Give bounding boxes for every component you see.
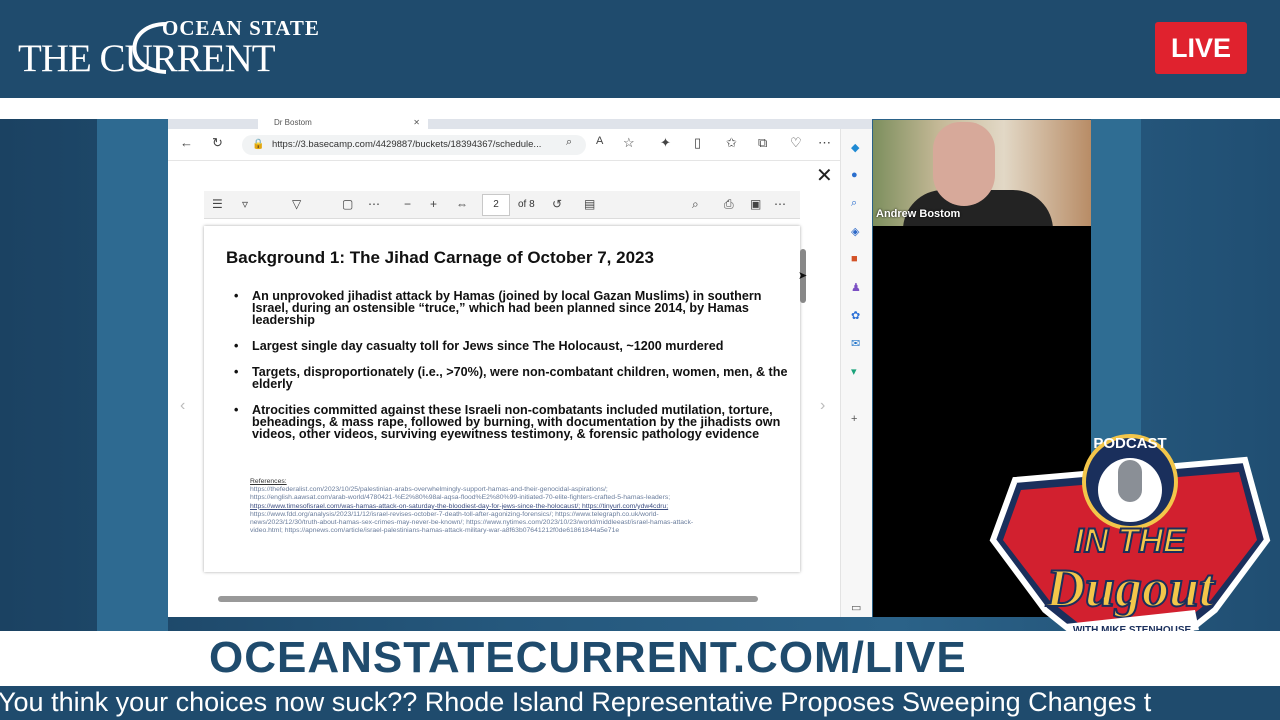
references-heading: References: (250, 478, 287, 485)
references-block: References: https://thefederalist.com/20… (250, 478, 770, 535)
slide-title: Background 1: The Jihad Carnage of Octob… (226, 248, 654, 267)
print-icon[interactable]: ⎙ (724, 197, 734, 212)
shopping-tag-icon[interactable]: ◈ (851, 225, 859, 238)
address-bar[interactable]: 🔒 https://3.basecamp.com/4429887/buckets… (242, 135, 586, 155)
save-icon[interactable]: ▣ (750, 197, 761, 211)
search-icon[interactable]: ⌕ (692, 197, 699, 212)
badge-in-the-label: IN THE (1074, 522, 1187, 560)
split-screen-icon[interactable]: ▯ (694, 135, 701, 151)
reference-link[interactable]: https://thefederalist.com/2023/10/25/pal… (250, 486, 770, 494)
slide-bullet: Largest single day casualty toll for Jew… (234, 340, 789, 353)
news-ticker: You think your choices now suck?? Rhode … (0, 686, 1280, 720)
sidebar-toggle-icon[interactable]: ▭ (851, 601, 861, 614)
drop-icon[interactable]: ▾ (851, 365, 857, 378)
slide-bullet: Atrocities committed against these Israe… (234, 404, 789, 441)
mouse-cursor-icon: ➤ (798, 270, 808, 282)
badge-podcast-label: PODCAST (1093, 435, 1166, 452)
zoom-in-icon[interactable]: + (430, 197, 437, 211)
more-menu-icon[interactable]: ⋯ (818, 135, 831, 151)
url-banner: OCEANSTATECURRENT.COM/LIVE (0, 631, 1280, 686)
notifications-bell-icon[interactable]: ● (851, 169, 858, 181)
pdf-toolbar: ☰ ▿ ▽ ▢ ⋯ − + ⇔ 2 of 8 ↺ ▤ ⌕ ⎙ ▣ ⋯ (204, 191, 800, 219)
tab-close-icon[interactable]: ✕ (413, 119, 420, 127)
draw-icon[interactable]: ▽ (292, 197, 301, 211)
reference-link[interactable]: https://english.aawsat.com/arab-world/47… (250, 494, 770, 502)
page-view-icon[interactable]: ▤ (584, 197, 595, 211)
participant-name: Andrew Bostom (876, 208, 961, 220)
reference-link[interactable]: news/2023/12/30/truth-about-hamas-sex-cr… (250, 519, 770, 527)
sidebar-search-icon[interactable]: ⌕ (851, 197, 857, 210)
speaker-head (933, 122, 995, 206)
logo-the-current: THE CURRENT (18, 37, 276, 80)
browser-essentials-icon[interactable]: ♡ (790, 135, 802, 151)
favorite-star-icon[interactable]: ☆ (623, 135, 635, 151)
reference-link[interactable]: https://www.timesofisrael.com/was-hamas-… (250, 503, 770, 511)
page-count: of 8 (518, 199, 535, 210)
text-icon[interactable]: ▢ (342, 197, 353, 211)
browser-sidebar: ◆ ● ⌕ ◈ ■ ♟ ✿ ✉ ▾ + ▭ (840, 129, 872, 617)
highlight-icon[interactable]: ▿ (242, 197, 248, 211)
pdf-page: Background 1: The Jihad Carnage of Octob… (204, 226, 800, 572)
ocean-state-current-logo[interactable]: OCEAN STATE THE CURRENT (18, 14, 348, 80)
tab-title: Dr Bostom (274, 119, 312, 127)
lock-icon: 🔒 (252, 139, 265, 150)
slide-bullet-list: An unprovoked jihadist attack by Hamas (… (234, 290, 789, 454)
header-bar: OCEAN STATE THE CURRENT LIVE (0, 0, 1280, 98)
participant-video: Andrew Bostom (873, 120, 1091, 226)
games-icon[interactable]: ♟ (851, 281, 861, 294)
copilot-icon[interactable]: ◆ (851, 141, 859, 154)
live-url-text[interactable]: OCEANSTATECURRENT.COM/LIVE (209, 633, 967, 683)
favorites-icon[interactable]: ✩ (726, 135, 737, 151)
more-tools-icon[interactable]: ⋯ (368, 197, 380, 211)
browser-toolbar: ← ↻ 🔒 https://3.basecamp.com/4429887/buc… (168, 129, 872, 161)
page-number-input[interactable]: 2 (482, 194, 510, 216)
slide-bullet: An unprovoked jihadist attack by Hamas (… (234, 290, 789, 327)
shared-browser-window: Dr Bostom ✕ ← ↻ 🔒 https://3.basecamp.com… (168, 119, 872, 617)
add-sidebar-app-icon[interactable]: + (851, 413, 857, 425)
microsoft365-icon[interactable]: ✿ (851, 309, 860, 322)
collections-icon[interactable]: ⧉ (758, 135, 767, 151)
rotate-icon[interactable]: ↺ (552, 197, 562, 211)
ticker-text: You think your choices now suck?? Rhode … (0, 687, 1152, 717)
back-arrow-icon[interactable]: ← (180, 135, 193, 150)
browser-tab-strip: Dr Bostom ✕ (168, 119, 872, 129)
horizontal-scrollbar[interactable] (218, 596, 758, 602)
outlook-icon[interactable]: ✉ (851, 337, 860, 350)
reference-link[interactable]: video.html; https://apnews.com/article/i… (250, 527, 770, 535)
prev-page-arrow-icon[interactable]: ‹ (180, 397, 185, 415)
fit-page-icon[interactable]: ⇔ (456, 197, 468, 211)
reference-link[interactable]: https://www.fdd.org/analysis/2023/11/12/… (250, 511, 770, 519)
backdrop-panel-left (97, 119, 168, 631)
reload-icon[interactable]: ↻ (212, 135, 223, 151)
close-viewer-icon[interactable]: ✕ (816, 163, 833, 188)
header-divider (0, 98, 1280, 119)
slide-bullet: Targets, disproportionately (i.e., >70%)… (234, 366, 789, 391)
tools-icon[interactable]: ■ (851, 253, 858, 265)
contents-icon[interactable]: ☰ (212, 197, 223, 211)
zoom-out-icon[interactable]: − (404, 197, 411, 211)
pdf-more-icon[interactable]: ⋯ (774, 197, 786, 211)
url-text: https://3.basecamp.com/4429887/buckets/1… (272, 139, 542, 150)
browser-tab[interactable]: Dr Bostom ✕ (258, 119, 428, 129)
extensions-icon[interactable]: ✦ (660, 135, 671, 151)
zoom-icon[interactable]: ⌕ (566, 136, 572, 149)
badge-dugout-label: Dugout (1045, 558, 1216, 618)
next-page-arrow-icon[interactable]: › (820, 397, 825, 415)
live-badge: LIVE (1155, 22, 1247, 74)
read-aloud-icon[interactable]: A (596, 135, 603, 147)
